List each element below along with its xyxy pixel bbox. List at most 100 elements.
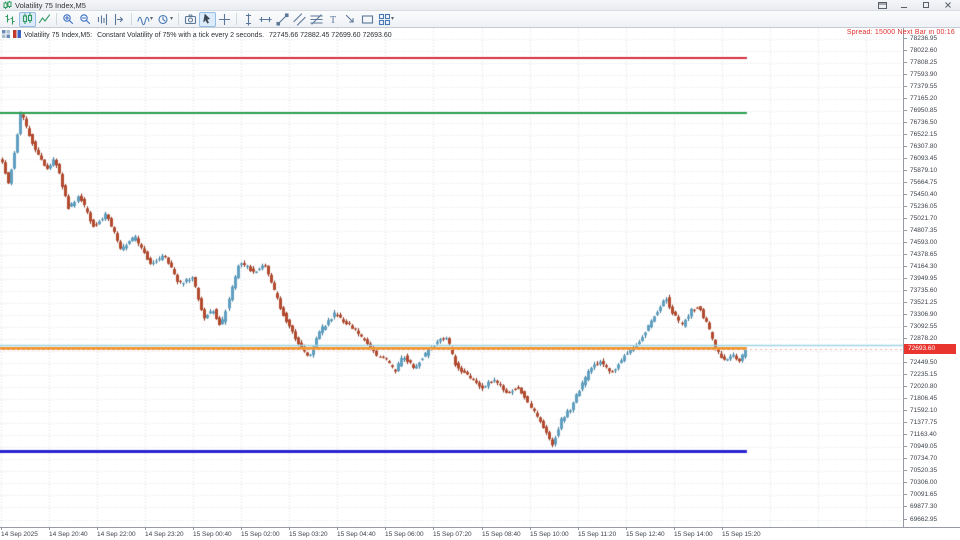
price-tick-label: 75236.05 <box>910 203 937 210</box>
price-tick-label: 69877.30 <box>910 503 937 510</box>
price-tick-label: 73521.25 <box>910 299 937 306</box>
price-tick-label: 72235.15 <box>910 371 937 378</box>
line-chart-icon <box>38 13 51 26</box>
time-axis[interactable]: 14 Sep 2025 14 Sep 20:40 14 Sep 22:00 14 Se… <box>0 527 960 540</box>
text-button[interactable]: T <box>325 12 342 27</box>
trendline-button[interactable] <box>274 12 291 27</box>
zoom-in-icon <box>62 13 75 26</box>
vertical-line-icon <box>242 13 255 26</box>
candles-button[interactable] <box>19 12 36 27</box>
horizontal-line-button[interactable] <box>257 12 274 27</box>
indicators-button[interactable]: ▾ <box>135 12 155 27</box>
price-tick-label: 75879.10 <box>910 167 937 174</box>
price-tick-label: 74807.35 <box>910 227 937 234</box>
price-tick-label: 76307.80 <box>910 143 937 150</box>
fibonacci-button[interactable] <box>308 12 325 27</box>
chart-info-line: Volatility 75 Index,M5: Constant Volatil… <box>2 30 394 40</box>
indicators-icon <box>137 13 150 26</box>
price-tick-label: 77808.25 <box>910 59 937 66</box>
auto-scroll-button[interactable] <box>94 12 111 27</box>
time-tick-label: 14 Sep 23:20 <box>145 531 184 538</box>
price-axis[interactable]: 72693.60 78236.9578022.6077808.2577593.9… <box>903 28 960 527</box>
time-tick-label: 14 Sep 22:00 <box>97 531 136 538</box>
dock-window-button[interactable] <box>874 1 890 10</box>
crosshair-icon <box>218 13 231 26</box>
price-tick-label: 70091.65 <box>910 491 937 498</box>
time-tick-label: 15 Sep 00:40 <box>193 531 232 538</box>
time-tick-label: 15 Sep 03:20 <box>289 531 328 538</box>
chart-shift-button[interactable] <box>111 12 128 27</box>
price-tick-label: 76736.50 <box>910 119 937 126</box>
arrow-tool-icon <box>344 13 357 26</box>
time-tick-label: 14 Sep 2025 <box>1 531 38 538</box>
restore-button[interactable] <box>918 1 934 10</box>
price-tick-label: 73949.95 <box>910 275 937 282</box>
time-tick-label: 15 Sep 08:40 <box>482 531 521 538</box>
time-tick-label: 15 Sep 14:00 <box>674 531 713 538</box>
current-price-flag: 72693.60 <box>904 344 956 354</box>
time-tick-label: 15 Sep 10:00 <box>530 531 569 538</box>
time-tick-label: 15 Sep 04:40 <box>337 531 376 538</box>
fibonacci-icon <box>310 13 323 26</box>
chevron-down-icon: ▾ <box>170 16 173 22</box>
price-tick-label: 73306.90 <box>910 311 937 318</box>
price-tick-label: 77593.90 <box>910 71 937 78</box>
zoom-in-button[interactable] <box>60 12 77 27</box>
svg-text:T: T <box>330 15 336 26</box>
chart-canvas[interactable] <box>0 28 903 527</box>
arrow-tool-button[interactable] <box>342 12 359 27</box>
time-tick-label: 15 Sep 02:00 <box>241 531 280 538</box>
time-tick-label: 15 Sep 11:20 <box>578 531 616 538</box>
cursor-icon <box>201 13 214 26</box>
crosshair-button[interactable] <box>216 12 233 27</box>
timeframes-button[interactable]: ▾ <box>155 12 175 27</box>
channel-button[interactable] <box>291 12 308 27</box>
price-tick-label: 72449.50 <box>910 359 937 366</box>
info-ohlc-values: 72745.66 72882.45 72699.60 72693.60 <box>269 32 392 39</box>
window-title: Volatility 75 Index,M5 <box>15 1 86 10</box>
close-button[interactable] <box>940 1 956 10</box>
channel-icon <box>293 13 306 26</box>
auto-scroll-icon <box>96 13 109 26</box>
toolbar-separator <box>236 13 237 25</box>
price-tick-label: 71377.75 <box>910 419 937 426</box>
line-chart-button[interactable] <box>36 12 53 27</box>
spread-next-bar-label: Spread: 15000 Next Bar in 00:16 <box>847 29 955 36</box>
objects-icon <box>378 13 391 26</box>
objects-button[interactable]: ▾ <box>376 12 396 27</box>
chart-panel-icon[interactable] <box>2 30 10 40</box>
chevron-down-icon: ▾ <box>150 16 153 22</box>
price-tick-label: 70520.35 <box>910 467 937 474</box>
trade-panel-icon[interactable] <box>13 30 21 40</box>
price-tick-label: 75450.40 <box>910 191 937 198</box>
price-tick-label: 77379.55 <box>910 83 937 90</box>
mt5-chart-window: Volatility 75 Index,M5 ▾ ▾ T ▾ <box>0 0 960 540</box>
vertical-line-button[interactable] <box>240 12 257 27</box>
camera-button[interactable] <box>182 12 199 27</box>
price-tick-label: 73735.60 <box>910 287 937 294</box>
price-tick-label: 75021.70 <box>910 215 937 222</box>
minimize-button[interactable] <box>896 1 912 10</box>
price-tick-label: 74593.00 <box>910 239 937 246</box>
time-tick-label: 14 Sep 20:40 <box>49 531 88 538</box>
time-tick-label: 15 Sep 07:20 <box>433 531 472 538</box>
bars-button[interactable] <box>2 12 19 27</box>
price-tick-label: 72020.80 <box>910 383 937 390</box>
cursor-button[interactable] <box>199 12 216 27</box>
toolbar-separator <box>178 13 179 25</box>
price-tick-label: 71592.10 <box>910 407 937 414</box>
time-tick-label: 15 Sep 06:00 <box>385 531 424 538</box>
toolbar-separator <box>131 13 132 25</box>
price-tick-label: 71163.40 <box>910 431 937 438</box>
zoom-out-button[interactable] <box>77 12 94 27</box>
rectangle-button[interactable] <box>359 12 376 27</box>
title-bar[interactable]: Volatility 75 Index,M5 <box>0 0 960 11</box>
price-tick-label: 70734.70 <box>910 455 937 462</box>
timeframes-icon <box>157 13 170 26</box>
price-tick-label: 69662.95 <box>910 516 937 523</box>
candles-icon <box>21 13 34 26</box>
trendline-icon <box>276 13 289 26</box>
info-description: Constant Volatility of 75% with a tick e… <box>97 32 264 39</box>
horizontal-line-icon <box>259 13 272 26</box>
time-tick-label: 15 Sep 12:40 <box>626 531 665 538</box>
